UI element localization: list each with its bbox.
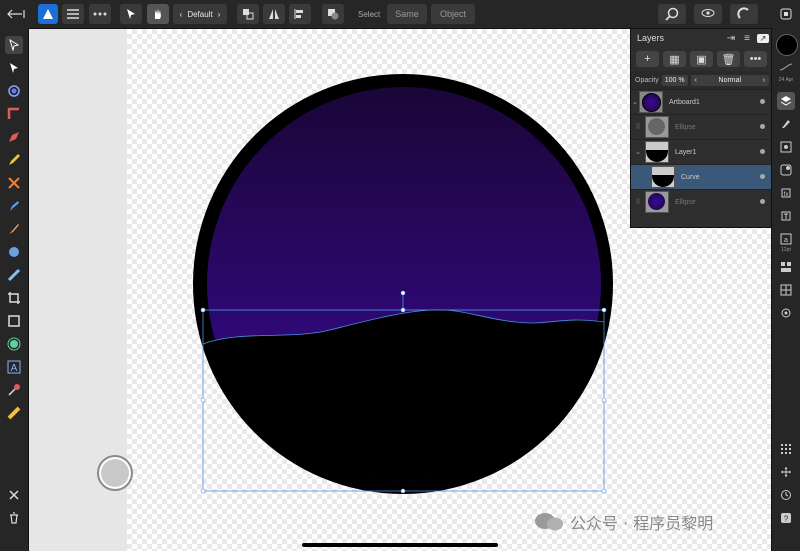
opacity-row: Opacity 100 % ‹ Normal › (631, 71, 773, 89)
layers-studio-icon[interactable] (777, 92, 795, 110)
transform-studio-icon[interactable] (777, 138, 795, 156)
blend-mode-select[interactable]: ‹ Normal › (690, 74, 769, 86)
chevron-left-icon: ‹ (694, 76, 697, 84)
layers-panel: Layers ⇥ ≡ ↗ + ▦ ▣ 🗑 ••• Opacity 100 % ‹… (630, 28, 774, 228)
add-layer-button[interactable]: + (636, 51, 659, 67)
delete-layer-button[interactable]: 🗑 (717, 51, 740, 67)
layer-row-layer1[interactable]: ⌄ Layer1 (631, 139, 773, 164)
navigator-icon[interactable] (777, 463, 795, 481)
pop-out-icon[interactable]: ↗ (757, 33, 769, 43)
svg-text:?: ? (784, 515, 789, 524)
visibility-dot[interactable] (760, 99, 765, 104)
wechat-icon (535, 513, 563, 531)
more-options-button[interactable]: ••• (744, 51, 767, 67)
help-icon[interactable]: ? (777, 509, 795, 527)
layers-title: Layers (637, 33, 665, 43)
visibility-dot[interactable] (760, 124, 765, 129)
expand-chevron-icon[interactable]: ⌄ (631, 148, 645, 156)
text-size-label: 12pt (781, 247, 791, 253)
text-styles-studio-icon[interactable] (777, 207, 795, 225)
opacity-label: Opacity (635, 76, 659, 84)
chevron-right-icon: › (762, 76, 765, 84)
layer-thumbnail (645, 141, 669, 163)
brushes-studio-icon[interactable] (777, 115, 795, 133)
expand-chevron-icon[interactable]: ⌄ (631, 98, 639, 106)
layer-name: Curve (681, 173, 700, 181)
svg-text:fx: fx (784, 192, 789, 198)
visibility-dot[interactable] (760, 149, 765, 154)
effects-studio-icon[interactable]: fx (777, 184, 795, 202)
collapse-icon[interactable]: ⇥ (725, 33, 737, 44)
curve-shape[interactable] (200, 309, 606, 500)
layer-thumbnail (639, 91, 663, 113)
visibility-dot[interactable] (760, 174, 765, 179)
add-mask-button[interactable]: ▦ (663, 51, 686, 67)
styles-studio-icon[interactable] (777, 161, 795, 179)
layer-name: Artboard1 (669, 98, 700, 106)
layer-thumbnail (645, 191, 669, 213)
layer-row-ellipse-2[interactable]: ⠿ Ellipse (631, 189, 773, 214)
right-toolbar: 24 Apr fx a 12pt ? (771, 28, 800, 551)
layer-name: Ellipse (675, 123, 696, 131)
floating-modifier-button[interactable] (97, 455, 133, 491)
home-indicator (302, 543, 498, 547)
layer-thumbnail (651, 166, 675, 188)
stock-studio-icon[interactable] (777, 304, 795, 322)
character-studio-icon[interactable]: a (777, 230, 795, 248)
layers-header: Layers ⇥ ≡ ↗ (631, 29, 773, 47)
stroke-width-label: 24 Apr (778, 77, 794, 83)
shape-type-icon: ⠿ (635, 124, 641, 131)
assets-studio-icon[interactable] (777, 258, 795, 276)
blend-mode-value: Normal (718, 76, 742, 84)
swatches-studio-icon[interactable] (777, 281, 795, 299)
shape-type-icon: ⠿ (635, 199, 641, 206)
watermark: 公众号 · 程序员黎明 (534, 510, 713, 534)
layer-thumbnail (645, 116, 669, 138)
watermark-text: 公众号 · 程序员黎明 (570, 514, 714, 533)
group-button[interactable]: ▣ (690, 51, 713, 67)
layer-name: Ellipse (675, 198, 696, 206)
svg-text:a: a (784, 237, 788, 244)
stroke-width-icon[interactable] (777, 58, 795, 76)
layer-row-ellipse[interactable]: ⠿ Ellipse (631, 114, 773, 139)
history-icon[interactable] (777, 486, 795, 504)
visibility-dot[interactable] (760, 199, 765, 204)
panel-menu-icon[interactable]: ≡ (741, 33, 753, 44)
grid-icon[interactable] (777, 440, 795, 458)
rotation-handle[interactable] (400, 290, 406, 296)
layers-actions: + ▦ ▣ 🗑 ••• (631, 47, 773, 71)
layer-row-curve[interactable]: Curve (631, 164, 773, 189)
color-swatch[interactable] (776, 34, 798, 56)
layer-name: Layer1 (675, 148, 697, 156)
opacity-value[interactable]: 100 % (661, 74, 688, 86)
layer-row-artboard[interactable]: ⌄ Artboard1 (631, 89, 773, 114)
